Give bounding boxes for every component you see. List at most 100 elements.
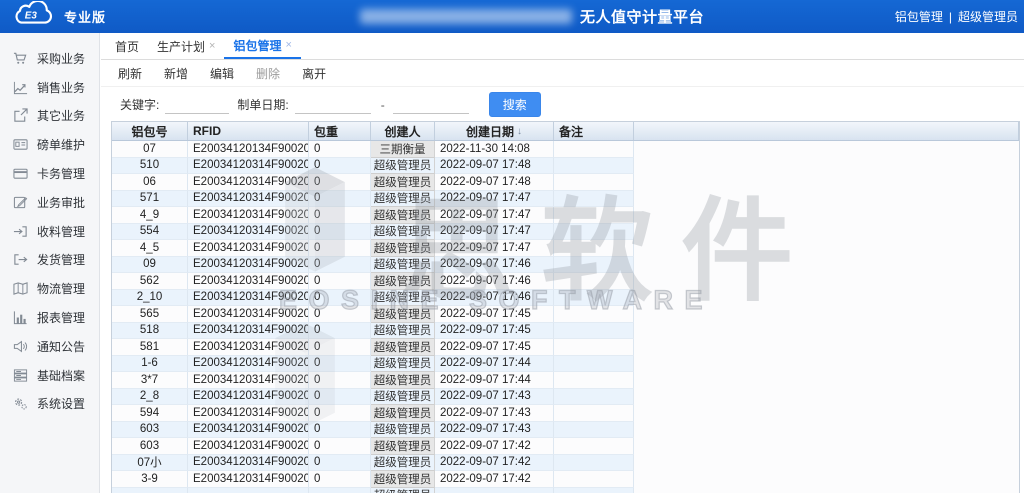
row-filler — [634, 191, 1019, 208]
table-row[interactable]: 565E20034120314F900202205650超级管理员2022-09… — [112, 306, 1019, 323]
cell-rfid: E20034120314F90020220603 — [188, 422, 309, 439]
receive-icon — [13, 224, 28, 239]
map-icon — [13, 281, 28, 296]
keyword-input[interactable] — [165, 95, 229, 114]
row-filler — [634, 455, 1019, 472]
cell-package-no — [112, 488, 188, 493]
nav-module-link[interactable]: 铝包管理 — [895, 8, 943, 25]
table-row[interactable]: 581E20034120314F900202205810超级管理员2022-09… — [112, 339, 1019, 356]
close-icon[interactable]: × — [285, 39, 291, 51]
sidebar-item[interactable]: 销售业务 — [0, 73, 99, 102]
archive-icon — [13, 368, 28, 383]
date-to-input[interactable] — [393, 95, 469, 114]
cell-weight: 0 — [309, 290, 371, 307]
sidebar-item[interactable]: 基础档案 — [0, 361, 99, 390]
tab-item[interactable]: 首页 — [106, 33, 148, 59]
cell-creator: 超级管理员 — [371, 356, 435, 373]
column-header[interactable]: 创建人 — [371, 122, 435, 140]
sidebar-item-label: 卡务管理 — [37, 165, 85, 182]
cell-date: 2022-09-07 17:45 — [435, 339, 554, 356]
sidebar-item-label: 销售业务 — [37, 79, 85, 96]
cell-package-no: 3-9 — [112, 471, 188, 488]
table-row[interactable]: 2_10E20034120314F900202205340超级管理员2022-0… — [112, 290, 1019, 307]
table-row[interactable]: 06E20034120314F900202205040超级管理员2022-09-… — [112, 174, 1019, 191]
app-window: E3 专业版 无人值守计量平台 铝包管理 | 超级管理员 采购业务销售业务其它业… — [0, 0, 1024, 493]
sidebar-item[interactable]: 采购业务 — [0, 44, 99, 73]
cell-date: 2022-09-07 17:43 — [435, 405, 554, 422]
table-row[interactable]: 07小E20034120314F900202205390超级管理员2022-09… — [112, 455, 1019, 472]
cell-package-no: 4_9 — [112, 207, 188, 224]
search-button[interactable]: 搜索 — [489, 92, 541, 117]
date-from-input[interactable] — [295, 95, 371, 114]
column-header-filler — [634, 122, 1019, 140]
column-header[interactable]: 包重 — [309, 122, 371, 140]
cell-weight: 0 — [309, 339, 371, 356]
sidebar-item[interactable]: 报表管理 — [0, 303, 99, 332]
sidebar-item[interactable]: 物流管理 — [0, 274, 99, 303]
column-header-label: RFID — [193, 124, 221, 138]
redacted-company-name — [360, 9, 572, 24]
cell-rfid: E20034120314F90020220602 — [188, 257, 309, 274]
close-icon[interactable]: × — [209, 40, 215, 52]
cell-rfid: E20034120314F90020220594 — [188, 405, 309, 422]
table-row[interactable]: 07E20034120134F900202200050三期衡量2022-11-3… — [112, 141, 1019, 158]
column-header-label: 包重 — [314, 123, 338, 140]
sidebar-item[interactable]: 磅单维护 — [0, 130, 99, 159]
sidebar-item[interactable]: 业务审批 — [0, 188, 99, 217]
cell-creator: 超级管理员 — [371, 438, 435, 455]
row-filler — [634, 422, 1019, 439]
table-row[interactable]: 超级管理员 — [112, 488, 1019, 493]
tab-strip: 首页生产计划×铝包管理× — [101, 33, 1024, 60]
column-header[interactable]: RFID — [188, 122, 309, 140]
table-row[interactable]: 510E20034120314F900202205100超级管理员2022-09… — [112, 158, 1019, 175]
table-row[interactable]: 562E20034120314F900202205620超级管理员2022-09… — [112, 273, 1019, 290]
toolbar-button[interactable]: 离开 — [302, 65, 326, 82]
tab-item[interactable]: 生产计划× — [148, 33, 224, 59]
table-row[interactable]: 571E20034120314F900202205710超级管理员2022-09… — [112, 191, 1019, 208]
cell-note — [554, 455, 634, 472]
sidebar-menu: 采购业务销售业务其它业务磅单维护卡务管理业务审批收料管理发货管理物流管理报表管理… — [0, 33, 100, 493]
cloud-logo-icon: E3 — [8, 1, 56, 33]
sidebar-item[interactable]: 其它业务 — [0, 102, 99, 131]
title-area: 无人值守计量平台 — [360, 0, 704, 33]
table-row[interactable]: 554E20034120314F900202205540超级管理员2022-09… — [112, 224, 1019, 241]
column-header[interactable]: 备注 — [554, 122, 634, 140]
table-row[interactable]: 603E20034120314F900202206030超级管理员2022-09… — [112, 422, 1019, 439]
sidebar-item[interactable]: 系统设置 — [0, 390, 99, 419]
row-filler — [634, 158, 1019, 175]
cell-rfid: E20034120314F90020220598 — [188, 471, 309, 488]
date-label: 制单日期: — [237, 96, 288, 113]
toolbar-button[interactable]: 编辑 — [210, 65, 234, 82]
cell-date: 2022-09-07 17:42 — [435, 455, 554, 472]
cell-weight: 0 — [309, 224, 371, 241]
cell-weight: 0 — [309, 141, 371, 158]
grid-header-row: 铝包号 RFID 包重 创建人创建日期↓备注 — [112, 122, 1019, 141]
table-row[interactable]: 4_9E20034120314F900202205120超级管理员2022-09… — [112, 207, 1019, 224]
toolbar-button[interactable]: 删除 — [256, 65, 280, 82]
sidebar-item[interactable]: 发货管理 — [0, 246, 99, 275]
column-header[interactable]: 创建日期↓ — [435, 122, 554, 140]
table-row[interactable]: 518E20034120314F900202205180超级管理员2022-09… — [112, 323, 1019, 340]
table-row[interactable]: 1-6E20034120314F900202205140超级管理员2022-09… — [112, 356, 1019, 373]
table-row[interactable]: 3-9E20034120314F900202205980超级管理员2022-09… — [112, 471, 1019, 488]
trend-chart-icon — [13, 80, 28, 95]
sidebar-item[interactable]: 收料管理 — [0, 217, 99, 246]
table-row[interactable]: 2_8E20034120314F900202205730超级管理员2022-09… — [112, 389, 1019, 406]
id-card-icon — [13, 137, 28, 152]
table-row[interactable]: 603E20034120314F900202206030超级管理员2022-09… — [112, 438, 1019, 455]
sidebar-item[interactable]: 通知公告 — [0, 332, 99, 361]
table-row[interactable]: 4_5E20034120314F900202205150超级管理员2022-09… — [112, 240, 1019, 257]
toolbar-button[interactable]: 新增 — [164, 65, 188, 82]
nav-user-link[interactable]: 超级管理员 — [958, 8, 1018, 25]
toolbar-button[interactable]: 刷新 — [118, 65, 142, 82]
column-header[interactable]: 铝包号 — [112, 122, 188, 140]
row-filler — [634, 323, 1019, 340]
table-row[interactable]: 09E20034120314F900202206020超级管理员2022-09-… — [112, 257, 1019, 274]
cell-package-no: 2_10 — [112, 290, 188, 307]
cell-rfid: E20034120314F90020220554 — [188, 224, 309, 241]
cell-creator: 超级管理员 — [371, 257, 435, 274]
sidebar-item[interactable]: 卡务管理 — [0, 159, 99, 188]
table-row[interactable]: 594E20034120314F900202205940超级管理员2022-09… — [112, 405, 1019, 422]
table-row[interactable]: 3*7E20034120314F900202205680超级管理员2022-09… — [112, 372, 1019, 389]
tab-item[interactable]: 铝包管理× — [224, 33, 300, 59]
